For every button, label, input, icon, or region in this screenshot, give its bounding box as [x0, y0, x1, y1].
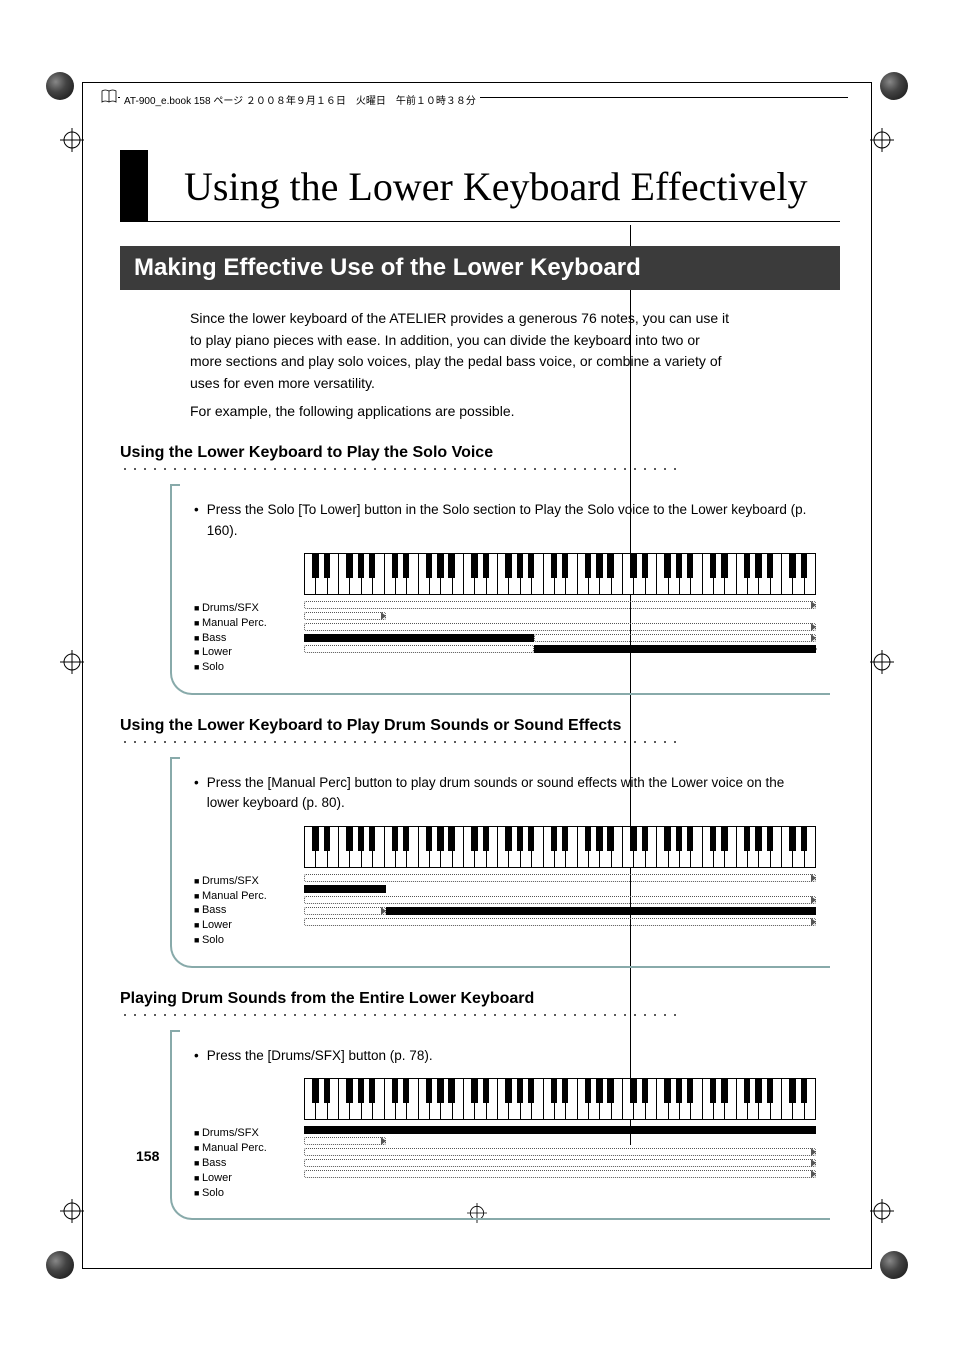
legend-item: Drums/SFX	[194, 1126, 286, 1141]
legend-item: Drums/SFX	[194, 874, 286, 889]
intro-paragraph-2: For example, the following applications …	[190, 401, 730, 423]
page-number: 158	[136, 1148, 159, 1164]
sub1-bullet-text: Press the Solo [To Lower] button in the …	[207, 500, 816, 541]
sub2-bullet: • Press the [Manual Perc] button to play…	[194, 773, 816, 814]
sub2-dot-rule	[120, 739, 680, 745]
legend-item: Bass	[194, 1156, 286, 1171]
chapter-bar	[120, 150, 148, 222]
sub1-diagram: Drums/SFX Manual Perc. Bass Lower Solo	[194, 553, 816, 675]
sub3-bullet-text: Press the [Drums/SFX] button (p. 78).	[207, 1046, 433, 1066]
reg-mark-right	[870, 650, 894, 674]
print-corner-br	[880, 1251, 908, 1279]
sub3-keyboard-diagram	[304, 1078, 816, 1200]
keyboard-graphic	[304, 1078, 816, 1120]
sub1-keyboard-diagram	[304, 553, 816, 675]
legend-item: Bass	[194, 631, 286, 646]
header-note: AT-900_e.book 158 ページ ２００８年９月１６日 火曜日 午前１…	[120, 92, 480, 107]
section-banner: Making Effective Use of the Lower Keyboa…	[120, 246, 840, 290]
keyboard-graphic	[304, 553, 816, 595]
sub2-diagram: Drums/SFX Manual Perc. Bass Lower Solo	[194, 826, 816, 948]
sub2-legend: Drums/SFX Manual Perc. Bass Lower Solo	[194, 826, 286, 948]
book-icon	[100, 88, 118, 106]
sub3-diagram: Drums/SFX Manual Perc. Bass Lower Solo	[194, 1078, 816, 1200]
keyboard-graphic	[304, 826, 816, 868]
sub3-panel: • Press the [Drums/SFX] button (p. 78). …	[170, 1032, 830, 1220]
sub3-heading: Playing Drum Sounds from the Entire Lowe…	[120, 990, 840, 1008]
sub3-legend: Drums/SFX Manual Perc. Bass Lower Solo	[194, 1078, 286, 1200]
sub3-dot-rule	[120, 1012, 680, 1018]
print-corner-bl	[46, 1251, 74, 1279]
legend-item: Solo	[194, 660, 286, 675]
chapter-heading: Using the Lower Keyboard Effectively	[120, 150, 840, 222]
reg-mark-bl	[60, 1199, 84, 1223]
chapter-title: Using the Lower Keyboard Effectively	[148, 163, 808, 210]
reg-mark-tr	[870, 128, 894, 152]
legend-item: Manual Perc.	[194, 889, 286, 904]
sub2-layer-bars	[304, 874, 816, 926]
legend-item: Solo	[194, 1186, 286, 1201]
sub1-heading: Using the Lower Keyboard to Play the Sol…	[120, 444, 840, 462]
chapter-underline	[148, 221, 840, 222]
intro-paragraph-1: Since the lower keyboard of the ATELIER …	[190, 308, 730, 395]
legend-item: Lower	[194, 1171, 286, 1186]
sub2-heading: Using the Lower Keyboard to Play Drum So…	[120, 717, 840, 735]
legend-item: Drums/SFX	[194, 601, 286, 616]
sub3-bullet: • Press the [Drums/SFX] button (p. 78).	[194, 1046, 816, 1066]
legend-item: Solo	[194, 933, 286, 948]
sub3-layer-bars	[304, 1126, 816, 1178]
sub1-layer-bars	[304, 601, 816, 653]
print-corner-tr	[880, 72, 908, 100]
page-content: Using the Lower Keyboard Effectively Mak…	[120, 150, 840, 1220]
sub1-dot-rule	[120, 466, 680, 472]
bullet-icon: •	[194, 500, 199, 541]
legend-item: Manual Perc.	[194, 616, 286, 631]
bullet-icon: •	[194, 1046, 199, 1066]
sub1-bullet: • Press the Solo [To Lower] button in th…	[194, 500, 816, 541]
reg-mark-left	[60, 650, 84, 674]
reg-mark-br	[870, 1199, 894, 1223]
legend-item: Manual Perc.	[194, 1141, 286, 1156]
sub2-keyboard-diagram	[304, 826, 816, 948]
bullet-icon: •	[194, 773, 199, 814]
legend-item: Lower	[194, 645, 286, 660]
sub2-panel: • Press the [Manual Perc] button to play…	[170, 759, 830, 968]
legend-item: Lower	[194, 918, 286, 933]
sub2-bullet-text: Press the [Manual Perc] button to play d…	[207, 773, 816, 814]
sub1-panel: • Press the Solo [To Lower] button in th…	[170, 486, 830, 695]
reg-mark-tl	[60, 128, 84, 152]
print-corner-tl	[46, 72, 74, 100]
legend-item: Bass	[194, 903, 286, 918]
sub1-legend: Drums/SFX Manual Perc. Bass Lower Solo	[194, 553, 286, 675]
